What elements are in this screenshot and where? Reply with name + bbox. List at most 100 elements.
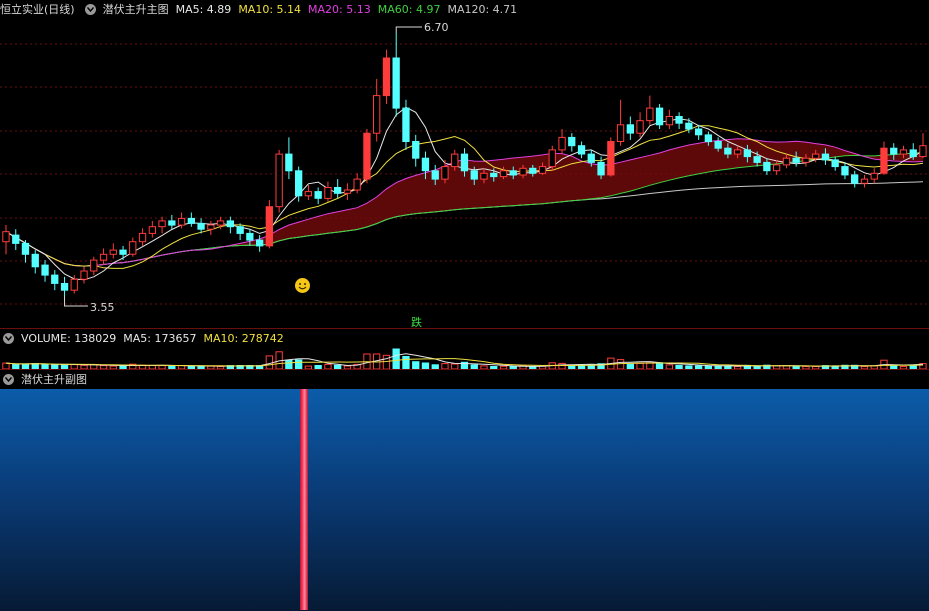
- candle[interactable]: [831, 159, 839, 168]
- candle[interactable]: [577, 145, 586, 155]
- candle[interactable]: [109, 249, 117, 255]
- candle[interactable]: [695, 128, 703, 136]
- candle[interactable]: [704, 134, 713, 143]
- candle[interactable]: [724, 147, 732, 155]
- candle[interactable]: [899, 149, 908, 155]
- candle[interactable]: [441, 166, 449, 180]
- candle[interactable]: [470, 170, 478, 180]
- candle[interactable]: [851, 174, 859, 184]
- candle[interactable]: [626, 124, 635, 134]
- candle[interactable]: [431, 170, 439, 180]
- candle[interactable]: [743, 149, 752, 158]
- candle[interactable]: [763, 161, 771, 172]
- candle[interactable]: [519, 167, 527, 176]
- candle[interactable]: [792, 157, 800, 163]
- candle[interactable]: [363, 132, 371, 180]
- candle[interactable]: [665, 116, 674, 126]
- candle[interactable]: [509, 170, 517, 176]
- candle[interactable]: [558, 136, 566, 151]
- candle[interactable]: [802, 157, 810, 163]
- candle[interactable]: [275, 153, 283, 208]
- candle[interactable]: [148, 226, 156, 234]
- candle[interactable]: [480, 172, 488, 180]
- candle[interactable]: [870, 172, 878, 180]
- candle[interactable]: [226, 220, 234, 228]
- candle[interactable]: [187, 217, 195, 224]
- candle[interactable]: [90, 259, 98, 272]
- candle[interactable]: [2, 231, 10, 243]
- candle[interactable]: [909, 149, 917, 158]
- main-chart-panel[interactable]: 恒立实业(日线) 潜伏主升主图 MA5: 4.89 MA10: 5.14 MA2…: [0, 0, 929, 329]
- candle[interactable]: [256, 239, 264, 247]
- candle[interactable]: [334, 187, 342, 194]
- candle[interactable]: [587, 153, 595, 163]
- volume-panel[interactable]: VOLUME: 138029 MA5: 173657 MA10: 278742: [0, 328, 929, 370]
- candle[interactable]: [919, 145, 927, 158]
- candle[interactable]: [314, 191, 322, 199]
- candle[interactable]: [343, 189, 352, 194]
- candle[interactable]: [655, 107, 664, 126]
- candle[interactable]: [353, 178, 361, 191]
- candle[interactable]: [841, 166, 849, 176]
- candle[interactable]: [782, 157, 791, 166]
- candle[interactable]: [119, 249, 127, 255]
- candle[interactable]: [80, 270, 88, 280]
- candle[interactable]: [685, 122, 693, 130]
- candle[interactable]: [382, 57, 391, 97]
- candle[interactable]: [490, 172, 498, 178]
- candle[interactable]: [177, 217, 186, 226]
- candle[interactable]: [890, 147, 898, 155]
- candle[interactable]: [197, 222, 205, 230]
- candle[interactable]: [734, 149, 742, 155]
- candle[interactable]: [216, 220, 225, 226]
- candle[interactable]: [421, 157, 430, 172]
- candle[interactable]: [129, 241, 137, 255]
- candle[interactable]: [636, 120, 644, 134]
- candle[interactable]: [812, 153, 820, 159]
- candle[interactable]: [373, 95, 381, 134]
- candle[interactable]: [460, 153, 469, 172]
- candle[interactable]: [675, 116, 683, 124]
- candle[interactable]: [499, 170, 508, 178]
- candle[interactable]: [451, 153, 459, 168]
- candle[interactable]: [714, 141, 722, 149]
- candle[interactable]: [412, 141, 420, 159]
- candle[interactable]: [12, 234, 20, 244]
- candle[interactable]: [60, 283, 69, 291]
- candle[interactable]: [646, 107, 654, 122]
- candle[interactable]: [31, 253, 39, 268]
- candle[interactable]: [236, 226, 244, 234]
- candle[interactable]: [304, 191, 313, 197]
- candle[interactable]: [41, 264, 49, 276]
- candle[interactable]: [607, 141, 615, 176]
- candle[interactable]: [295, 170, 303, 197]
- candle[interactable]: [821, 153, 830, 161]
- candle[interactable]: [265, 206, 274, 247]
- candle[interactable]: [246, 232, 254, 241]
- candlestick-chart[interactable]: [0, 0, 929, 328]
- candle[interactable]: [51, 274, 59, 284]
- candle[interactable]: [548, 149, 556, 168]
- candle[interactable]: [773, 164, 781, 172]
- candle[interactable]: [568, 136, 576, 147]
- chevron-down-icon[interactable]: [84, 3, 96, 15]
- candle[interactable]: [158, 220, 166, 228]
- candle[interactable]: [616, 124, 625, 143]
- candle[interactable]: [860, 178, 869, 184]
- chevron-down-icon[interactable]: [3, 373, 14, 385]
- candle[interactable]: [207, 224, 215, 230]
- candle[interactable]: [597, 161, 605, 176]
- candle[interactable]: [529, 167, 537, 174]
- candle[interactable]: [168, 220, 176, 226]
- candle[interactable]: [138, 232, 147, 243]
- candle[interactable]: [880, 147, 888, 174]
- candle[interactable]: [538, 166, 547, 174]
- candle[interactable]: [753, 156, 761, 163]
- candle[interactable]: [392, 57, 400, 109]
- candle[interactable]: [285, 153, 293, 172]
- candle[interactable]: [402, 107, 410, 142]
- candle[interactable]: [21, 242, 30, 255]
- chevron-down-icon[interactable]: [3, 332, 14, 344]
- sub-chart-panel[interactable]: 潜伏主升副图: [0, 369, 929, 611]
- candle[interactable]: [99, 253, 108, 261]
